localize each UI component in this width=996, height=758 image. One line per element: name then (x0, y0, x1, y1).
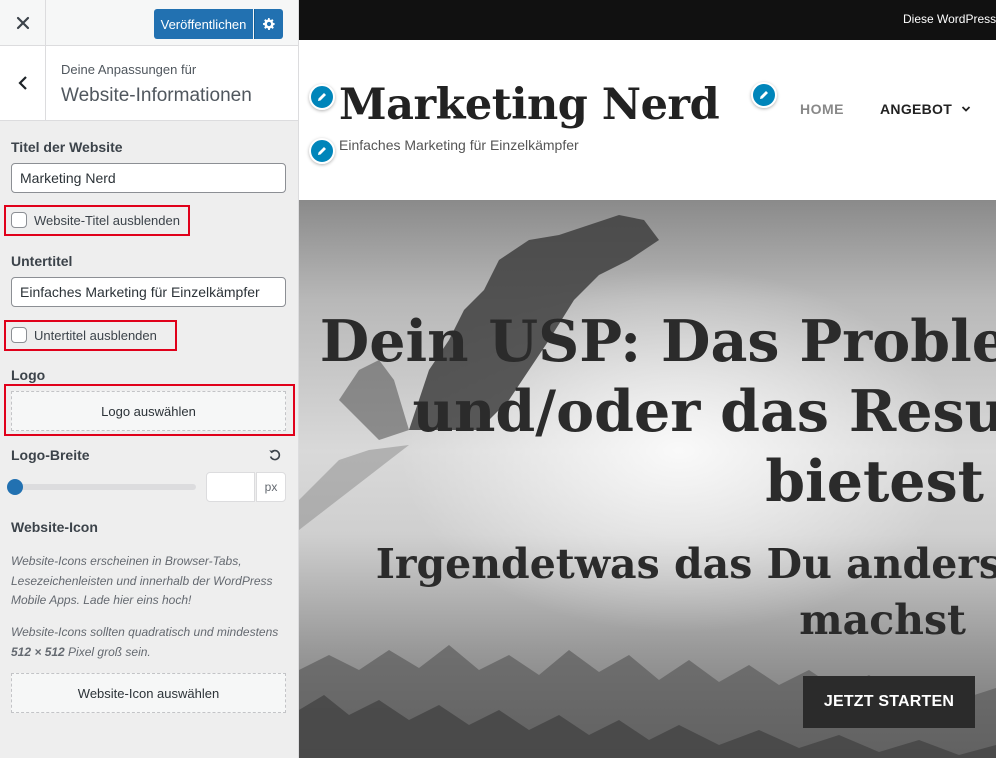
logo-width-slider[interactable] (15, 484, 196, 490)
customizer-sidebar: Veröffentlichen Deine Anpassungen für We… (0, 0, 299, 758)
hide-tagline-label: Untertitel ausblenden (34, 327, 157, 343)
close-button[interactable] (0, 0, 46, 46)
select-logo-button[interactable]: Logo auswählen (11, 391, 286, 431)
nav-item-angebot[interactable]: ANGEBOT (880, 101, 971, 117)
hero-section: Dein USP: Das Proble und/oder das Resu b… (299, 200, 996, 758)
back-button[interactable] (0, 46, 46, 120)
checkbox[interactable] (11, 327, 27, 343)
unit-label: px (256, 472, 286, 502)
size-hint-dimensions: 512 × 512 (11, 644, 65, 659)
pencil-icon (318, 147, 326, 155)
edit-tagline-button[interactable] (309, 138, 335, 164)
preview-site-tagline: Einfaches Marketing für Einzelkämpfer (339, 137, 579, 153)
slider-handle[interactable] (7, 479, 23, 495)
preview-site-title[interactable]: Marketing Nerd (339, 80, 720, 130)
edit-title-button[interactable] (309, 84, 335, 110)
hero-subline-1: Irgendetwas das Du anders (375, 540, 996, 588)
logo-width-input[interactable] (206, 472, 255, 502)
site-title-input[interactable] (11, 163, 286, 193)
size-hint-text: Website-Icons sollten quadratisch und mi… (11, 625, 279, 639)
size-hint-text-end: Pixel groß sein. (64, 644, 151, 659)
logo-width-label: Logo-Breite (11, 447, 90, 463)
hero-headline-line3: bietest (765, 448, 984, 515)
site-icon-label: Website-Icon (11, 519, 98, 535)
cta-button[interactable]: JETZT STARTEN (803, 676, 975, 728)
hero-headline-line1: Dein USP: Das Proble (319, 308, 996, 375)
customizer-header: Veröffentlichen (0, 0, 298, 46)
site-icon-size-hint: Website-Icons sollten quadratisch und mi… (11, 623, 291, 662)
hide-site-title-checkbox[interactable]: Website-Titel ausblenden (11, 212, 180, 228)
site-title-label: Titel der Website (11, 139, 123, 155)
nav-item-home[interactable]: HOME (800, 101, 844, 117)
hero-subline-2: machst (799, 596, 966, 644)
gear-icon (263, 18, 275, 30)
admin-bar-text: Diese WordPress (903, 12, 996, 26)
tagline-input[interactable] (11, 277, 286, 307)
close-icon (16, 16, 29, 30)
publish-settings-button[interactable] (254, 9, 283, 39)
site-preview: Diese WordPress Marketing Nerd Einfaches… (299, 0, 996, 758)
pencil-icon (318, 93, 326, 101)
section-title: Website-Informationen (61, 85, 252, 106)
section-header: Deine Anpassungen für Website-Informatio… (0, 46, 298, 121)
hero-headline-line2: und/oder das Resu (412, 378, 996, 445)
undo-icon[interactable] (268, 448, 282, 462)
checkbox[interactable] (11, 212, 27, 228)
logo-label: Logo (11, 367, 46, 383)
tagline-label: Untertitel (11, 253, 73, 269)
publish-button[interactable]: Veröffentlichen (154, 9, 253, 39)
hide-site-title-label: Website-Titel ausblenden (34, 212, 180, 228)
chevron-left-icon (17, 76, 27, 90)
edit-menu-button[interactable] (751, 82, 777, 108)
admin-bar: Diese WordPress (299, 0, 996, 40)
select-site-icon-button[interactable]: Website-Icon auswählen (11, 673, 286, 713)
nav-item-angebot-label: ANGEBOT (880, 101, 953, 117)
section-eyebrow: Deine Anpassungen für (61, 62, 197, 77)
chevron-down-icon (961, 106, 971, 112)
hide-tagline-checkbox[interactable]: Untertitel ausblenden (11, 327, 157, 343)
pencil-icon (760, 91, 768, 99)
site-icon-description: Website-Icons erscheinen in Browser-Tabs… (11, 554, 273, 607)
